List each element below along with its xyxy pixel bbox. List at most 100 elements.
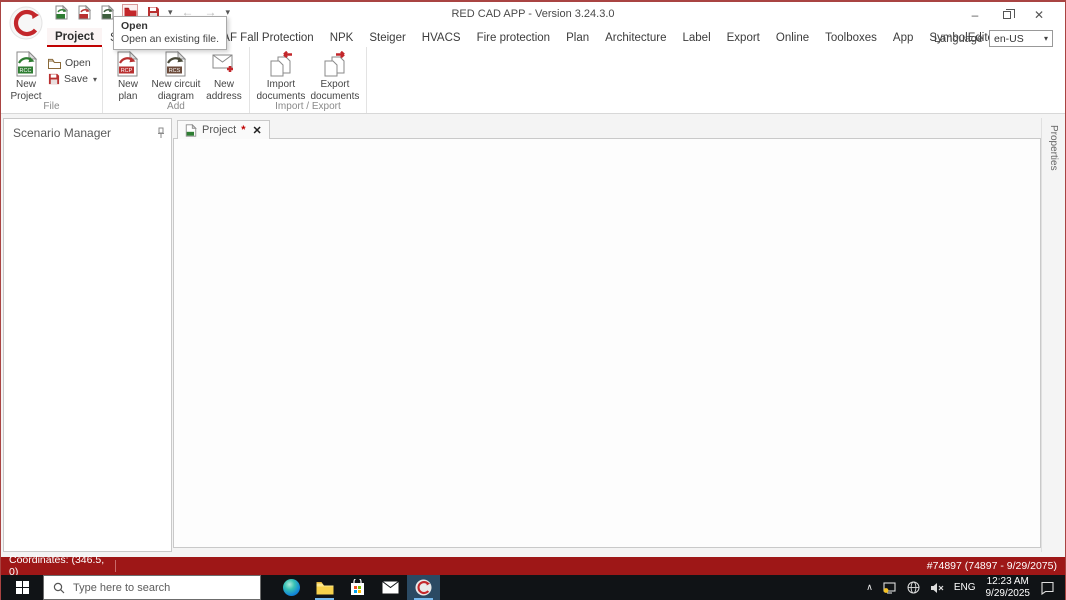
language-select[interactable]: en-US ▾ <box>989 30 1053 47</box>
tab-export[interactable]: Export <box>719 28 768 47</box>
app-logo-icon[interactable] <box>9 6 43 40</box>
tab-online[interactable]: Online <box>768 28 817 47</box>
main-area: Scenario Manager Project * ✕ Properties <box>1 114 1065 557</box>
tab-architecture[interactable]: Architecture <box>597 28 674 47</box>
search-icon <box>53 582 65 593</box>
red-cad-icon <box>415 579 432 596</box>
save-floppy-icon <box>48 73 60 85</box>
tab-app[interactable]: App <box>885 28 921 47</box>
language-caret-icon: ▾ <box>1043 34 1048 43</box>
taskbar-edge-button[interactable] <box>275 575 308 600</box>
ribbon-group-import-export: Import documents Export documents Import… <box>250 47 367 113</box>
mail-icon <box>382 581 399 594</box>
minimize-icon: – <box>971 8 979 22</box>
tab-npk[interactable]: NPK <box>322 28 362 47</box>
language-label: Language <box>934 32 983 45</box>
drawing-canvas[interactable] <box>173 138 1041 548</box>
restore-icon <box>1003 9 1015 19</box>
taskbar-red-cad-button[interactable] <box>407 575 440 600</box>
group-label-add: Add <box>167 101 185 112</box>
pin-icon[interactable] <box>157 127 165 139</box>
tab-label[interactable]: Label <box>674 28 718 47</box>
group-label-import-export: Import / Export <box>275 101 341 112</box>
notification-center-icon[interactable] <box>1040 581 1055 595</box>
new-plan-badge: RCP <box>121 68 133 74</box>
new-plan-button[interactable]: RCP New plan <box>108 50 148 102</box>
taskbar-app-icons <box>275 575 440 600</box>
export-documents-label-line1: Export <box>320 79 350 90</box>
tab-plan[interactable]: Plan <box>558 28 597 47</box>
file-small-buttons: Open Save ▾ <box>48 50 97 85</box>
tray-volume-muted-icon[interactable] <box>930 582 944 594</box>
search-input[interactable] <box>73 581 251 594</box>
new-plan-doc-icon <box>78 4 91 19</box>
import-documents-button[interactable]: Import documents <box>255 50 307 102</box>
status-drawing-info: #74897 (74897 - 9/29/2075) <box>926 560 1057 572</box>
language-value: en-US <box>994 32 1024 45</box>
tab-af-fall-protection[interactable]: AF Fall Protection <box>214 28 321 47</box>
document-modified-mark: * <box>241 124 246 136</box>
ribbon-group-file: RCC New Project Open Save ▾ File <box>1 47 103 113</box>
edge-icon <box>283 579 300 596</box>
new-address-button[interactable]: New address <box>204 50 244 102</box>
new-address-envelope-icon <box>212 54 233 72</box>
tray-language-indicator[interactable]: ENG <box>954 582 976 593</box>
tray-network-globe-icon[interactable] <box>907 581 920 594</box>
tray-clock[interactable]: 12:23 AM 9/29/2025 <box>986 576 1031 600</box>
taskbar-file-explorer-button[interactable] <box>308 575 341 600</box>
start-button[interactable] <box>1 575 43 600</box>
properties-panel-title: Properties <box>1048 125 1059 171</box>
open-button[interactable]: Open <box>48 57 97 69</box>
document-tab-label: Project <box>202 124 237 136</box>
open-tooltip: Open Open an existing file. <box>113 16 228 50</box>
new-circuit-doc-icon: RCS <box>165 51 187 77</box>
system-tray: ∧ ENG 12:23 AM 9/29/2025 <box>866 576 1065 600</box>
project-doc-icon <box>185 123 197 137</box>
scenario-manager-title: Scenario Manager <box>13 126 112 140</box>
windows-taskbar: ∧ ENG 12:23 AM 9/29/2025 <box>1 575 1065 600</box>
app-window: RED CAD APP - Version 3.24.3.0 – ✕ ▾ ← →… <box>0 0 1066 600</box>
tray-display-icon[interactable] <box>883 581 897 594</box>
ribbon-group-add: RCP New plan RCS New circuit diagram New… <box>103 47 250 113</box>
file-explorer-icon <box>316 581 333 594</box>
taskbar-mail-button[interactable] <box>374 575 407 600</box>
scenario-manager-header: Scenario Manager <box>4 119 171 146</box>
ribbon: RCC New Project Open Save ▾ File RCP New… <box>1 47 1065 114</box>
import-documents-label-line1: Import <box>266 79 296 90</box>
scenario-manager-panel: Scenario Manager <box>3 118 172 552</box>
tray-date: 9/29/2025 <box>985 587 1031 599</box>
maximize-button[interactable] <box>991 6 1023 24</box>
document-tab-close-icon[interactable]: ✕ <box>253 124 262 137</box>
new-plan-doc-icon: RCP <box>117 51 139 77</box>
tray-chevron-up-icon[interactable]: ∧ <box>866 582 873 593</box>
tab-toolboxes[interactable]: Toolboxes <box>817 28 885 47</box>
minimize-button[interactable]: – <box>959 6 991 24</box>
new-circuit-diagram-button[interactable]: RCS New circuit diagram <box>150 50 202 102</box>
tooltip-title: Open <box>121 20 148 32</box>
new-circuit-badge: RCS <box>169 68 181 74</box>
qat-new-project-button[interactable] <box>53 4 69 20</box>
save-button[interactable]: Save ▾ <box>48 73 97 85</box>
new-project-doc-icon: RCC <box>16 51 37 77</box>
new-project-label-line1: New <box>15 79 36 90</box>
save-caret-icon: ▾ <box>92 74 97 84</box>
qat-new-plan-button[interactable] <box>76 4 92 20</box>
status-separator <box>115 560 116 572</box>
properties-panel-collapsed[interactable]: Properties <box>1041 118 1065 552</box>
tab-hvacs[interactable]: HVACS <box>414 28 469 47</box>
new-project-button[interactable]: RCC New Project <box>6 50 46 102</box>
window-controls: – ✕ <box>959 6 1055 24</box>
language-control: Language en-US ▾ <box>934 30 1053 47</box>
taskbar-store-button[interactable] <box>341 575 374 600</box>
status-bar: Coordinates: (346.5, 0) #74897 (74897 - … <box>1 554 1065 578</box>
close-button[interactable]: ✕ <box>1023 6 1055 24</box>
taskbar-search[interactable] <box>43 575 261 600</box>
document-tab-project[interactable]: Project * ✕ <box>177 120 270 139</box>
open-folder-icon <box>48 58 61 69</box>
import-documents-icon <box>270 51 292 77</box>
tab-fire-protection[interactable]: Fire protection <box>469 28 559 47</box>
export-documents-button[interactable]: Export documents <box>309 50 361 102</box>
new-circuit-doc-icon <box>101 4 114 19</box>
tab-steiger[interactable]: Steiger <box>361 28 413 47</box>
tab-project[interactable]: Project <box>47 28 102 47</box>
